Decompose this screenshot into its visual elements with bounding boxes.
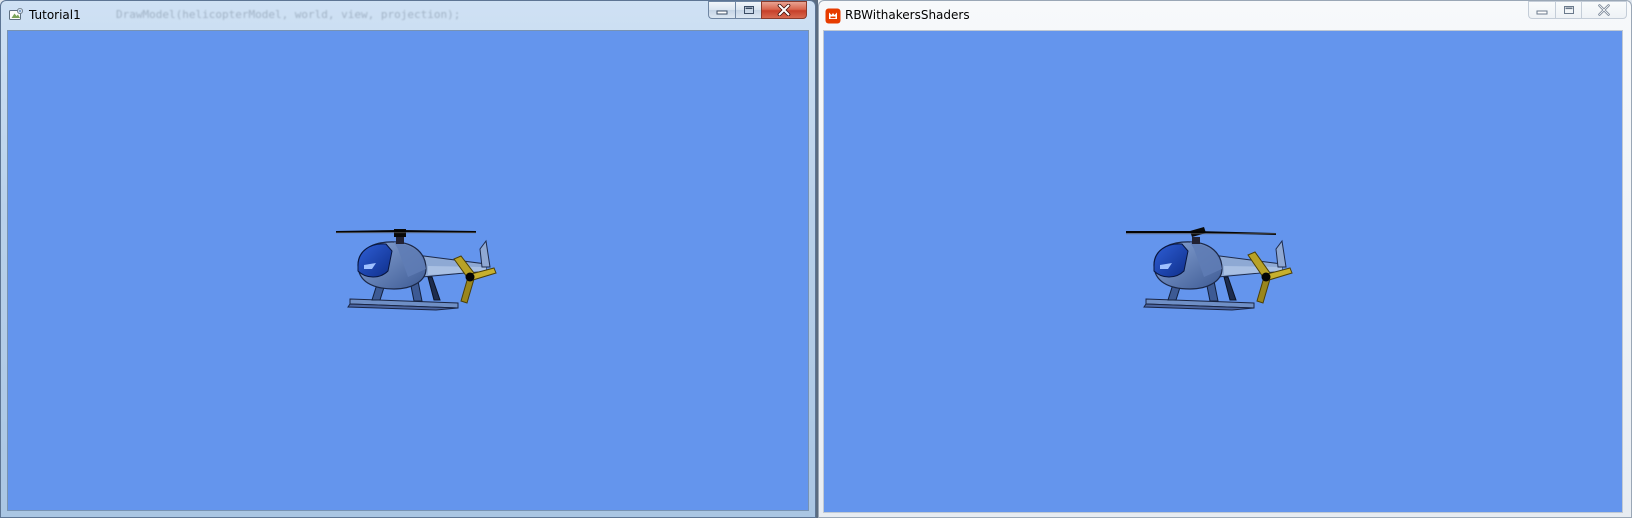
caption-buttons — [708, 1, 807, 21]
maximize-button[interactable] — [735, 1, 761, 19]
caption-buttons — [1528, 1, 1627, 21]
maximize-icon — [1563, 6, 1574, 14]
minimize-button[interactable] — [1528, 1, 1555, 19]
window-title: RBWithakersShaders — [845, 8, 970, 22]
maximize-button[interactable] — [1555, 1, 1581, 19]
close-icon — [1598, 4, 1610, 16]
background-code-text: DrawModel(helicopterModel, world, view, … — [116, 8, 461, 21]
game-viewport[interactable] — [823, 30, 1623, 513]
rbwithakersshaders-titlebar[interactable]: RBWithakersShaders — [819, 1, 1631, 31]
rbwithakersshaders-window[interactable]: RBWithakersShaders — [818, 0, 1632, 518]
close-button[interactable] — [761, 1, 807, 19]
helicopter-model — [1126, 227, 1293, 311]
minimize-icon — [716, 10, 728, 15]
desktop: Tutorial1 DrawModel(helicopterModel, wor… — [0, 0, 1632, 518]
app-icon[interactable] — [8, 7, 24, 23]
maximize-icon — [743, 6, 754, 14]
close-button[interactable] — [1581, 1, 1627, 19]
close-icon — [777, 4, 791, 16]
minimize-icon — [1536, 10, 1548, 15]
minimize-button[interactable] — [708, 1, 735, 19]
tutorial1-window[interactable]: Tutorial1 DrawModel(helicopterModel, wor… — [0, 0, 816, 518]
game-viewport[interactable] — [7, 30, 809, 511]
window-title: Tutorial1 — [29, 8, 81, 22]
helicopter-model — [336, 229, 497, 311]
monogame-icon[interactable] — [825, 8, 841, 24]
tutorial1-titlebar[interactable]: Tutorial1 DrawModel(helicopterModel, wor… — [1, 1, 815, 31]
